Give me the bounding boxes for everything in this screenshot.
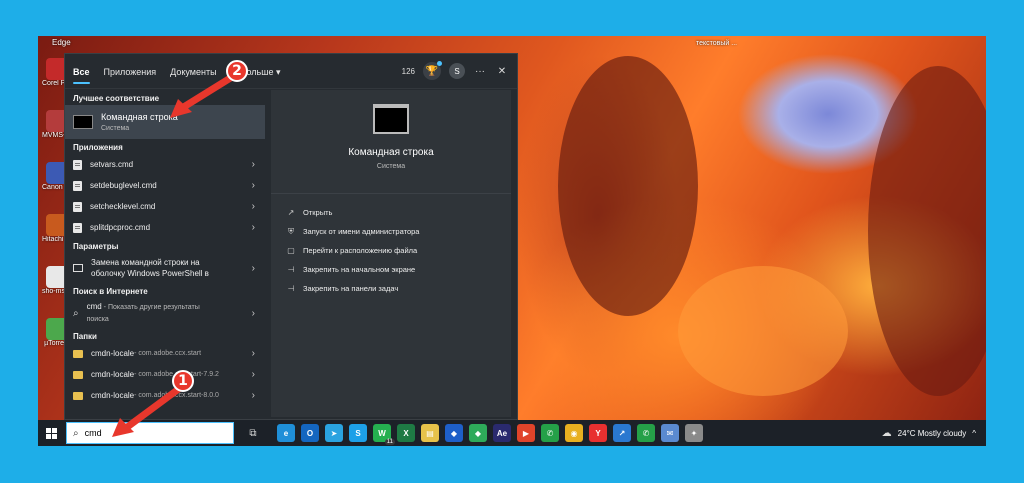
annotation-arrows bbox=[112, 73, 236, 437]
step-marker-1: 1 bbox=[172, 370, 194, 392]
step-marker-2: 2 bbox=[226, 60, 248, 82]
arrow-step-1 bbox=[112, 384, 184, 437]
arrow-step-2 bbox=[170, 73, 236, 118]
